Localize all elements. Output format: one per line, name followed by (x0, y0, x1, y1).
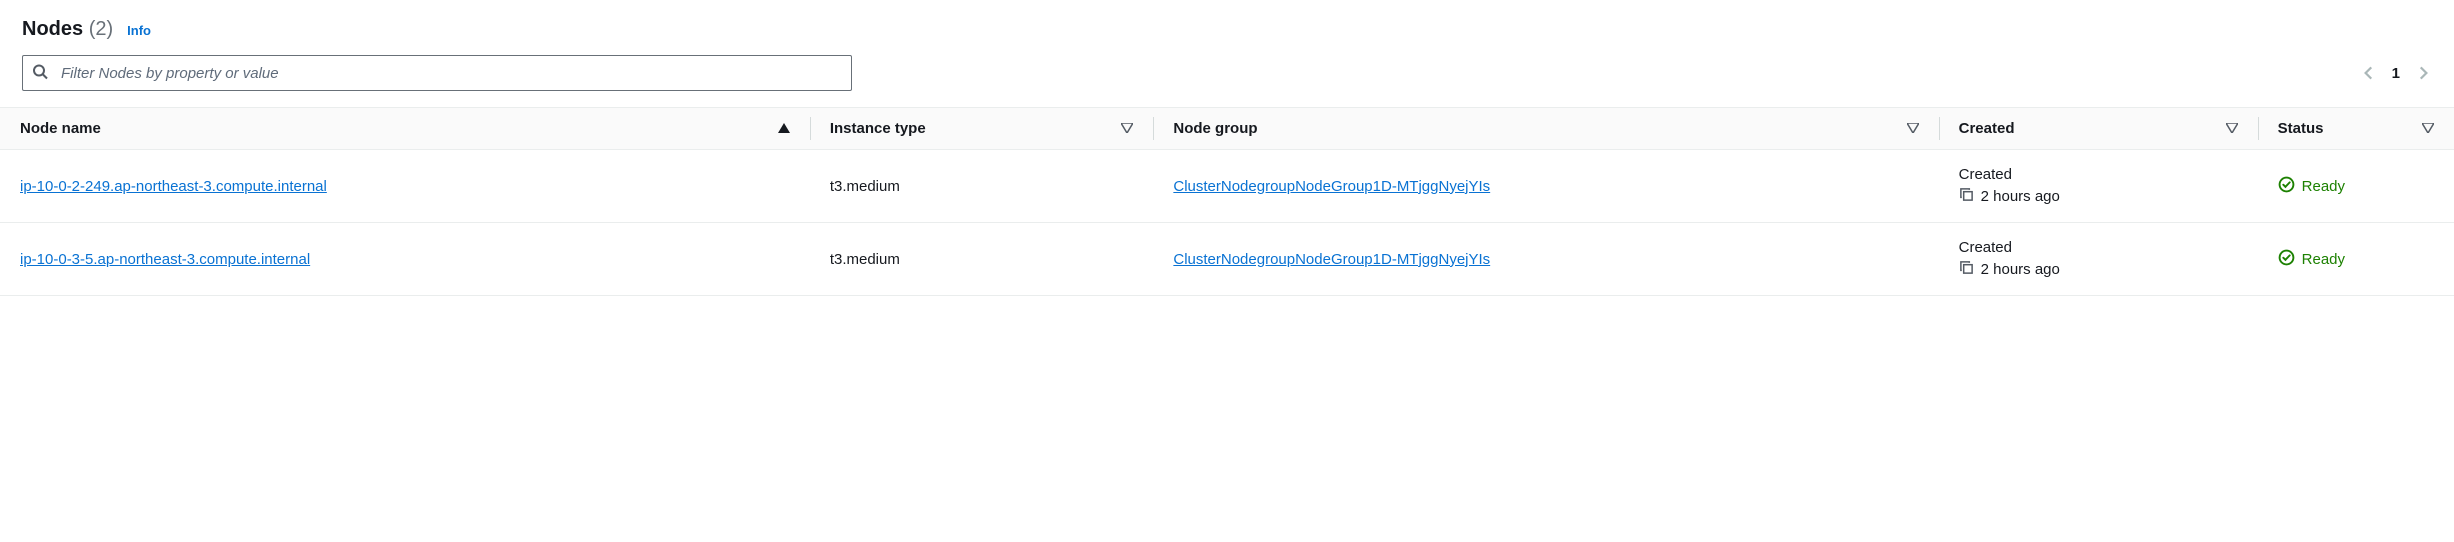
nodes-table: Node name Instance type (0, 107, 2454, 296)
table-header-row: Node name Instance type (0, 108, 2454, 150)
status-text: Ready (2302, 251, 2345, 268)
status-ok-icon (2278, 176, 2295, 197)
title-text: Nodes (22, 18, 83, 40)
status-cell: Ready (2278, 176, 2434, 197)
node-group-link[interactable]: ClusterNodegroupNodeGroup1D-MTjggNyejYIs (1173, 178, 1490, 195)
created-label: Created (1959, 239, 2238, 256)
prev-page-button[interactable] (2360, 64, 2378, 82)
filter-wrapper (22, 55, 852, 91)
instance-type: t3.medium (830, 178, 900, 195)
filter-input[interactable] (22, 55, 852, 91)
created-cell: Created 2 hours ago (1959, 239, 2238, 279)
created-time-row: 2 hours ago (1959, 187, 2238, 206)
sort-icon (1121, 120, 1133, 137)
node-name-link[interactable]: ip-10-0-2-249.ap-northeast-3.compute.int… (20, 178, 327, 195)
table-row: ip-10-0-2-249.ap-northeast-3.compute.int… (0, 150, 2454, 223)
col-label: Node group (1173, 120, 1257, 137)
sort-asc-icon (778, 120, 790, 137)
created-time: 2 hours ago (1981, 261, 2060, 278)
col-header-group[interactable]: Node group (1153, 108, 1938, 150)
panel-header: Nodes (2) Info (0, 0, 2454, 55)
controls-row: 1 (0, 55, 2454, 107)
table-row: ip-10-0-3-5.ap-northeast-3.compute.inter… (0, 223, 2454, 296)
created-cell: Created 2 hours ago (1959, 166, 2238, 206)
copy-icon[interactable] (1959, 260, 1974, 279)
pagination: 1 (2360, 64, 2432, 82)
created-label: Created (1959, 166, 2238, 183)
nodes-panel: Nodes (2) Info 1 (0, 0, 2454, 296)
col-header-status[interactable]: Status (2258, 108, 2454, 150)
created-time: 2 hours ago (1981, 188, 2060, 205)
panel-title: Nodes (2) (22, 18, 113, 41)
col-label: Created (1959, 120, 2015, 137)
status-text: Ready (2302, 178, 2345, 195)
status-ok-icon (2278, 249, 2295, 270)
node-name-link[interactable]: ip-10-0-3-5.ap-northeast-3.compute.inter… (20, 251, 310, 268)
col-header-name[interactable]: Node name (0, 108, 810, 150)
sort-icon (1907, 120, 1919, 137)
col-label: Node name (20, 120, 101, 137)
col-header-instance[interactable]: Instance type (810, 108, 1154, 150)
copy-icon[interactable] (1959, 187, 1974, 206)
page-number: 1 (2392, 65, 2400, 82)
instance-type: t3.medium (830, 251, 900, 268)
info-link[interactable]: Info (127, 23, 151, 38)
col-label: Instance type (830, 120, 926, 137)
sort-icon (2422, 120, 2434, 137)
created-time-row: 2 hours ago (1959, 260, 2238, 279)
node-group-link[interactable]: ClusterNodegroupNodeGroup1D-MTjggNyejYIs (1173, 251, 1490, 268)
panel-count: (2) (89, 18, 113, 40)
status-cell: Ready (2278, 249, 2434, 270)
sort-icon (2226, 120, 2238, 137)
next-page-button[interactable] (2414, 64, 2432, 82)
col-label: Status (2278, 120, 2324, 137)
col-header-created[interactable]: Created (1939, 108, 2258, 150)
